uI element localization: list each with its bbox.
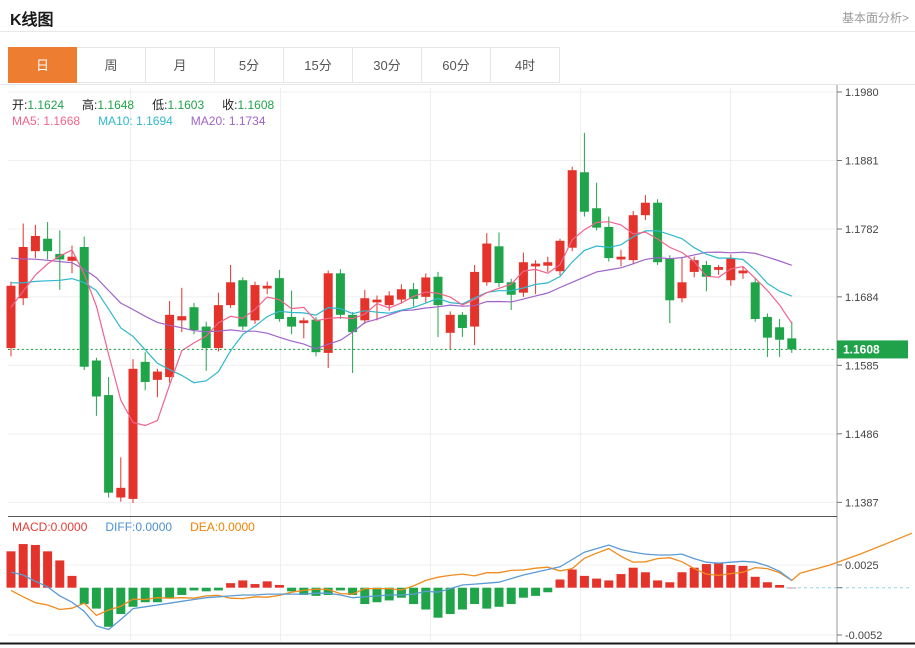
- ma5-label: MA5:: [12, 114, 40, 128]
- svg-text:1.1387: 1.1387: [845, 497, 879, 509]
- high-value: 1.1648: [97, 98, 134, 112]
- kline-page: K线图 基本面分析> 日周月5分15分30分60分4时 1.1980 1.1881…: [0, 0, 915, 648]
- header: K线图 基本面分析>: [0, 0, 915, 32]
- ma20-value: 1.1734: [229, 114, 266, 128]
- svg-text:1.1980: 1.1980: [845, 87, 879, 99]
- period-tab-5[interactable]: 30分: [353, 47, 422, 83]
- ma-info: MA5: 1.1668 MA10: 1.1694 MA20: 1.1734: [12, 114, 284, 128]
- svg-text:1.1782: 1.1782: [845, 224, 879, 236]
- svg-text:1.1608: 1.1608: [843, 342, 880, 356]
- page-title: K线图: [10, 6, 54, 30]
- period-tab-7[interactable]: 4时: [491, 47, 560, 83]
- dea-value: 0.0000: [218, 520, 255, 534]
- period-tab-0[interactable]: 日: [8, 47, 77, 83]
- period-tab-2[interactable]: 月: [146, 47, 215, 83]
- ohlc-info: 开:1.1624 高:1.1648 低:1.1603 收:1.1608: [12, 96, 292, 113]
- low-label: 低:: [152, 98, 167, 112]
- period-tab-3[interactable]: 5分: [215, 47, 284, 83]
- svg-text:-0.0052: -0.0052: [845, 630, 882, 642]
- ma20-label: MA20:: [191, 114, 226, 128]
- kline-chart[interactable]: [8, 85, 837, 643]
- macd-value: 0.0000: [51, 520, 88, 534]
- ma5-value: 1.1668: [43, 114, 80, 128]
- period-tab-4[interactable]: 15分: [284, 47, 353, 83]
- ma10-value: 1.1694: [136, 114, 173, 128]
- period-tabs: 日周月5分15分30分60分4时: [0, 47, 915, 85]
- open-label: 开:: [12, 98, 27, 112]
- period-tab-6[interactable]: 60分: [422, 47, 491, 83]
- low-value: 1.1603: [167, 98, 204, 112]
- svg-text:1.1585: 1.1585: [845, 360, 879, 372]
- dea-label: DEA:: [190, 520, 218, 534]
- period-tab-1[interactable]: 周: [77, 47, 146, 83]
- macd-info: MACD:0.0000 DIFF:0.0000 DEA:0.0000: [12, 520, 273, 534]
- svg-text:1.1684: 1.1684: [845, 292, 879, 304]
- diff-value: 0.0000: [135, 520, 172, 534]
- svg-text:1.1486: 1.1486: [845, 429, 879, 441]
- ma10-label: MA10:: [98, 114, 133, 128]
- diff-label: DIFF:: [105, 520, 135, 534]
- svg-text:0.0025: 0.0025: [845, 560, 879, 572]
- close-value: 1.1608: [237, 98, 274, 112]
- close-label: 收:: [222, 98, 237, 112]
- svg-text:1.1881: 1.1881: [845, 156, 879, 168]
- high-label: 高:: [82, 98, 97, 112]
- open-value: 1.1624: [27, 98, 64, 112]
- macd-label: MACD:: [12, 520, 51, 534]
- fundamental-analysis-link[interactable]: 基本面分析>: [842, 9, 909, 26]
